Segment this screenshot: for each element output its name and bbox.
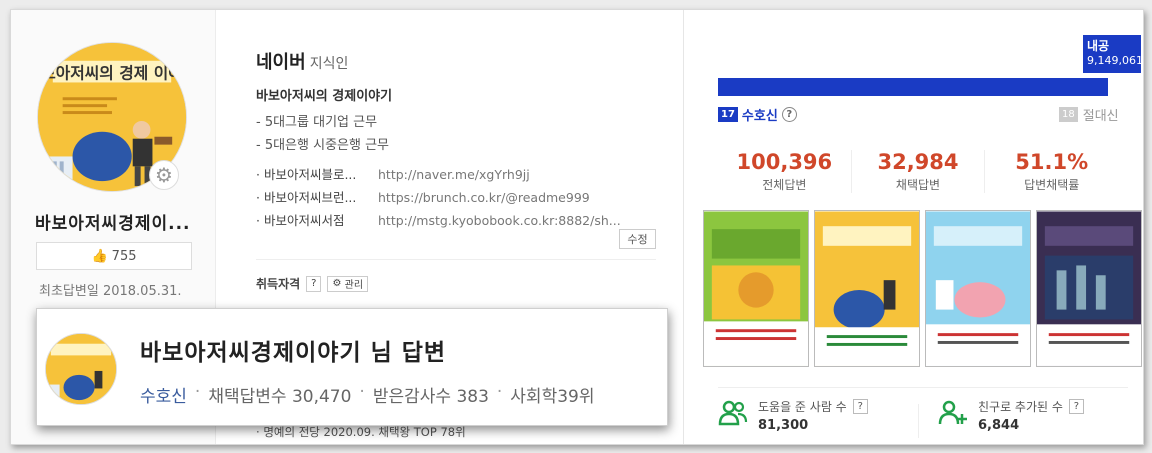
honor-text: 명예의 전당 2020.09. 채택왕 TOP 78위 bbox=[256, 424, 465, 440]
thanks-received: 받은감사수 383 bbox=[373, 382, 489, 407]
link-row: 바보아저씨서점 http://mstg.kyobobook.co.kr:8882… bbox=[256, 209, 656, 232]
brand-title: 네이버 지식인 bbox=[256, 48, 348, 74]
stat-total: 100,396 전체답변 bbox=[718, 150, 852, 193]
stat-rate: 51.1% 답변채택률 bbox=[985, 150, 1118, 193]
book-list bbox=[703, 210, 1143, 367]
current-grade: 17 수호신 ? bbox=[718, 105, 797, 124]
edit-button[interactable]: 수정 bbox=[619, 229, 656, 249]
points-label: 내공 9,149,061 bbox=[1083, 35, 1143, 73]
separator: · bbox=[359, 382, 365, 402]
help-icon[interactable]: ? bbox=[781, 107, 797, 122]
gear-icon[interactable]: ⚙ bbox=[149, 160, 179, 190]
chosen-label: 채택답변수 bbox=[208, 387, 287, 407]
stat-value: 51.1% bbox=[1015, 150, 1089, 174]
popup-title: 바보아저씨경제이야기 님 답변 bbox=[140, 340, 447, 366]
manage-button[interactable]: ⚙ 관리 bbox=[327, 275, 369, 292]
friends-added: 친구로 추가된 수? 6,844 bbox=[938, 398, 1084, 433]
stat-label: 채택답변 bbox=[895, 178, 941, 192]
helped-label: 도움을 준 사람 수 bbox=[758, 400, 847, 414]
link-list: 바보아저씨블로... http://naver.me/xgYrh9jj 바보아저… bbox=[256, 163, 656, 232]
thanks-value: 383 bbox=[456, 387, 489, 407]
chosen-value: 30,470 bbox=[291, 387, 352, 407]
people-icon bbox=[718, 400, 748, 426]
grade-progress-bar bbox=[718, 78, 1108, 96]
book-cover[interactable] bbox=[1036, 210, 1142, 367]
stat-label: 답변채택률 bbox=[1024, 178, 1080, 192]
social-stats: 도움을 준 사람 수? 81,300 친구로 추가된 수? 6,844 bbox=[718, 387, 1128, 442]
book-cover[interactable] bbox=[703, 210, 809, 367]
link-row: 바보아저씨브런... https://brunch.co.kr/@readme9… bbox=[256, 186, 656, 209]
career-item: 5대그룹 대기업 근무 bbox=[256, 111, 389, 134]
help-button[interactable]: ? bbox=[1068, 399, 1084, 414]
category-rank: 사회학39위 bbox=[510, 387, 595, 407]
stat-value: 32,984 bbox=[877, 150, 959, 174]
points-value: 9,149,061 bbox=[1087, 54, 1143, 67]
thumbs-up-icon: 👍 bbox=[91, 248, 108, 264]
helped-value: 81,300 bbox=[758, 418, 809, 433]
chosen-answers: 채택답변수 30,470 bbox=[208, 382, 351, 407]
like-button[interactable]: 👍 755 bbox=[36, 242, 192, 270]
career-list: 5대그룹 대기업 근무 5대은행 시중은행 근무 bbox=[256, 111, 389, 157]
link-url[interactable]: https://brunch.co.kr/@readme999 bbox=[378, 186, 590, 209]
link-url[interactable]: http://naver.me/xgYrh9jj bbox=[378, 163, 530, 186]
first-answer-value: 2018.05.31. bbox=[102, 284, 182, 299]
points-title: 내공 bbox=[1087, 39, 1110, 53]
link-name: 바보아저씨블로... bbox=[256, 163, 378, 186]
career-item: 5대은행 시중은행 근무 bbox=[256, 134, 389, 157]
first-answer-label: 최초답변일 bbox=[39, 284, 99, 299]
help-button[interactable]: ? bbox=[306, 275, 322, 292]
stats-column: 내공 9,149,061 17 수호신 ? 18 절대신 100,396 전체답… bbox=[685, 10, 1143, 444]
first-answer-date: 최초답변일 2018.05.31. bbox=[39, 280, 182, 299]
book-cover[interactable] bbox=[814, 210, 920, 367]
stat-label: 전체답변 bbox=[762, 178, 807, 192]
profile-card: 보아저씨의 경제 이야 ⚙ 바보아저씨경제이... 👍 755 최초답변일 20… bbox=[10, 9, 1144, 445]
grade-number-badge: 18 bbox=[1059, 107, 1078, 122]
brand-name: 네이버 bbox=[256, 52, 306, 73]
next-grade: 18 절대신 bbox=[1059, 105, 1119, 124]
popup-stats: 수호신 · 채택답변수 30,470 · 받은감사수 383 · 사회학39위 bbox=[140, 382, 595, 407]
avatar bbox=[45, 333, 117, 405]
stat-value: 100,396 bbox=[736, 150, 833, 174]
grade-name: 절대신 bbox=[1082, 109, 1119, 124]
book-cover[interactable] bbox=[925, 210, 1031, 367]
link-name: 바보아저씨서점 bbox=[256, 209, 378, 232]
nickname: 바보아저씨경제이... bbox=[35, 214, 191, 234]
grade-name: 수호신 bbox=[741, 109, 778, 124]
like-count: 755 bbox=[111, 248, 137, 264]
thanks-label: 받은감사수 bbox=[372, 387, 452, 407]
answer-summary-popup: 바보아저씨경제이야기 님 답변 수호신 · 채택답변수 30,470 · 받은감… bbox=[36, 308, 668, 426]
divider bbox=[918, 404, 919, 438]
manage-label: 관리 bbox=[344, 280, 364, 291]
gear-icon: ⚙ bbox=[332, 278, 342, 289]
divider bbox=[256, 259, 656, 260]
grade-number-badge: 17 bbox=[718, 107, 738, 122]
link-name: 바보아저씨브런... bbox=[256, 186, 378, 209]
intro-title: 바보아저씨의 경제이야기 bbox=[256, 89, 393, 104]
separator: · bbox=[194, 382, 201, 402]
separator: · bbox=[496, 382, 503, 402]
qualification-row: 취득자격 ? ⚙ 관리 bbox=[256, 275, 369, 292]
grade-name: 수호신 bbox=[140, 387, 187, 407]
stat-chosen: 32,984 채택답변 bbox=[852, 150, 986, 193]
answer-stats: 100,396 전체답변 32,984 채택답변 51.1% 답변채택률 bbox=[718, 150, 1118, 193]
svg-text:보아저씨의 경제 이야: 보아저씨의 경제 이야 bbox=[41, 64, 183, 83]
help-button[interactable]: ? bbox=[852, 399, 868, 414]
friends-label: 친구로 추가된 수 bbox=[978, 400, 1063, 414]
link-row: 바보아저씨블로... http://naver.me/xgYrh9jj bbox=[256, 163, 656, 186]
friends-value: 6,844 bbox=[978, 418, 1020, 433]
add-friend-icon bbox=[938, 400, 967, 425]
qualification-label: 취득자격 bbox=[256, 277, 301, 291]
link-url[interactable]: http://mstg.kyobobook.co.kr:8882/sh... bbox=[378, 209, 621, 232]
brand-sub: 지식인 bbox=[309, 56, 349, 72]
helped-people: 도움을 준 사람 수? 81,300 bbox=[718, 398, 868, 433]
